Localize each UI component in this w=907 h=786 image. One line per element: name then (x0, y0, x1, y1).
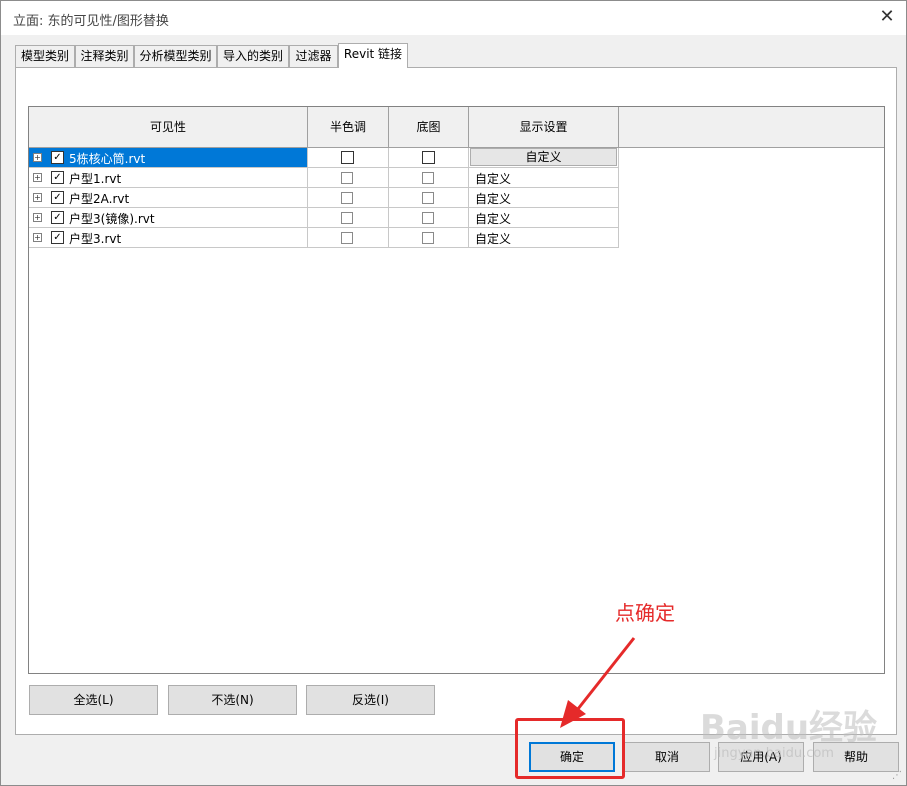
watermark-logo: Baidu经验 (700, 708, 878, 748)
watermark-url: jingyan.baidu.com (714, 746, 834, 761)
tab-revit-links[interactable]: Revit 链接 (338, 43, 408, 68)
annotation-arrow-icon (560, 637, 636, 728)
